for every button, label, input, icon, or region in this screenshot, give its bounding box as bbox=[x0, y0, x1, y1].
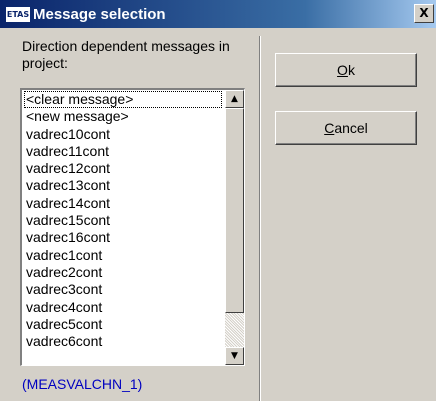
vertical-scrollbar[interactable]: ▲ ▼ bbox=[225, 90, 244, 365]
cancel-mnemonic: C bbox=[324, 120, 335, 136]
list-item[interactable]: vadrec16cont bbox=[24, 229, 222, 246]
triangle-down-icon: ▼ bbox=[231, 351, 238, 361]
list-item[interactable]: vadrec2cont bbox=[24, 264, 222, 281]
cancel-button[interactable]: Cancel bbox=[275, 111, 417, 145]
scroll-track[interactable] bbox=[225, 313, 244, 347]
list-item[interactable]: vadrec12cont bbox=[24, 160, 222, 177]
list-item[interactable]: <new message> bbox=[24, 108, 222, 125]
title-bar[interactable]: ETAS Message selection X bbox=[0, 0, 436, 28]
scroll-up-button[interactable]: ▲ bbox=[225, 90, 244, 108]
list-item[interactable]: <clear message> bbox=[24, 91, 222, 109]
list-item[interactable]: vadrec14cont bbox=[24, 195, 222, 212]
ok-button[interactable]: Ok bbox=[275, 53, 417, 87]
list-item[interactable]: vadrec10cont bbox=[24, 126, 222, 143]
message-list-items: <clear message> <new message> vadrec10cont… bbox=[24, 91, 222, 350]
list-item[interactable]: vadrec6cont bbox=[24, 333, 222, 350]
etas-logo-icon: ETAS bbox=[6, 6, 30, 22]
list-caption: Direction dependent messages in project: bbox=[22, 38, 230, 71]
scroll-thumb[interactable] bbox=[225, 108, 244, 313]
scroll-down-button[interactable]: ▼ bbox=[225, 347, 244, 365]
vertical-divider bbox=[259, 36, 260, 401]
list-item[interactable]: vadrec5cont bbox=[24, 316, 222, 333]
list-item[interactable]: vadrec15cont bbox=[24, 212, 222, 229]
current-message-label: (MEASVALCHN_1) bbox=[22, 376, 143, 392]
list-item[interactable]: vadrec11cont bbox=[24, 143, 222, 160]
ok-label-rest: k bbox=[347, 62, 355, 78]
ok-mnemonic: O bbox=[337, 62, 348, 78]
cancel-label-rest: ancel bbox=[334, 120, 368, 136]
list-item[interactable]: vadrec1cont bbox=[24, 247, 222, 264]
list-item[interactable]: vadrec3cont bbox=[24, 281, 222, 298]
message-listbox[interactable]: <clear message> <new message> vadrec10cont… bbox=[20, 88, 245, 366]
list-item[interactable]: vadrec13cont bbox=[24, 177, 222, 194]
close-icon: X bbox=[419, 6, 429, 20]
triangle-up-icon: ▲ bbox=[231, 94, 238, 104]
window-title: Message selection bbox=[33, 5, 166, 23]
list-item[interactable]: vadrec4cont bbox=[24, 299, 222, 316]
close-button[interactable]: X bbox=[414, 4, 434, 23]
